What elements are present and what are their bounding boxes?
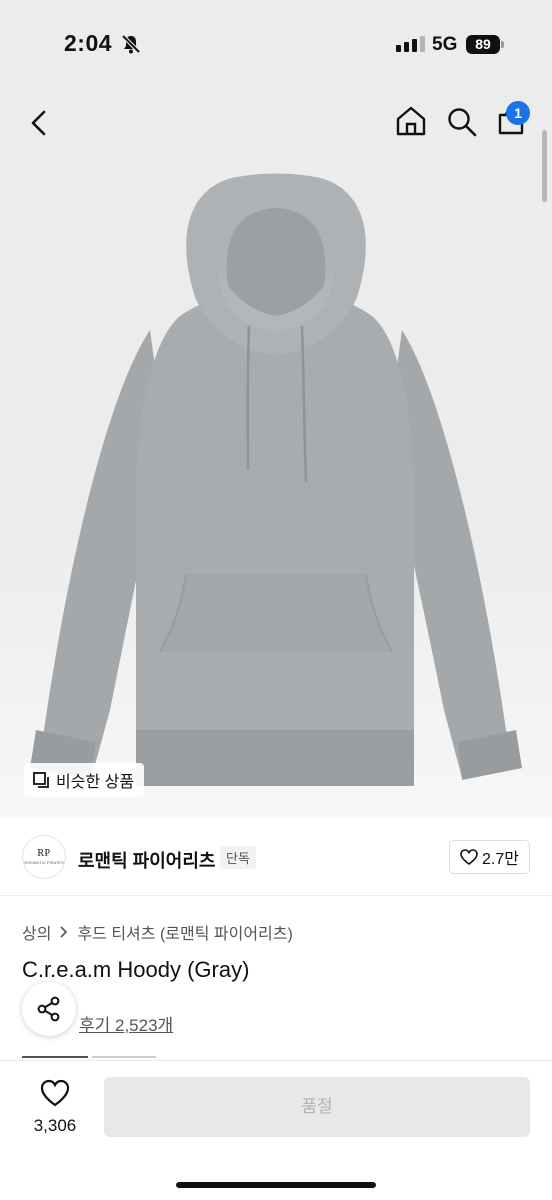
heart-icon xyxy=(40,1079,70,1107)
bell-muted-icon xyxy=(120,33,142,60)
brand-logo-text: RP xyxy=(37,848,51,859)
product-image[interactable]: 1 비슷한 상품 xyxy=(0,90,552,818)
similar-label: 비슷한 상품 xyxy=(56,774,135,791)
brand-name[interactable]: 로맨틱 파이어리츠 xyxy=(78,847,215,873)
exclusive-badge: 단독 xyxy=(220,846,256,869)
breadcrumb-category[interactable]: 상의 xyxy=(22,920,51,944)
home-button[interactable] xyxy=(394,104,428,143)
reviews-link[interactable]: 후기 2,523개 xyxy=(79,1011,173,1036)
hoodie-image xyxy=(30,173,522,786)
chevron-right-icon xyxy=(60,926,68,938)
network-type: 5G xyxy=(432,34,458,55)
status-time: 2:04 xyxy=(64,30,113,56)
heart-icon xyxy=(460,849,478,865)
product-title: C.r.e.a.m Hoody (Gray) xyxy=(22,957,250,982)
breadcrumb-subcategory[interactable]: 후드 티셔츠 (로맨틱 파이어리츠) xyxy=(77,920,292,944)
cart-count-badge: 1 xyxy=(506,101,530,125)
home-icon xyxy=(396,106,426,136)
wishlist-count: 3,306 xyxy=(33,1116,77,1135)
breadcrumb: 상의 후드 티셔츠 (로맨틱 파이어리츠) xyxy=(22,920,293,944)
brand-logo-subtext: ROMANTIC PIRATES xyxy=(24,860,64,865)
battery-icon: 89 xyxy=(466,35,500,54)
bottom-bar: 3,306 품절 xyxy=(0,1060,552,1200)
status-bar: 2:04 5G 89 xyxy=(0,0,552,90)
brand-like-count: 2.7만 xyxy=(482,851,519,868)
share-button[interactable] xyxy=(22,982,76,1036)
back-button[interactable] xyxy=(26,108,52,143)
similar-icon xyxy=(33,772,49,788)
product-page: 2:04 5G 89 1 비슷한 상품 RP ROMANTIC PIRATES … xyxy=(0,0,552,1200)
wishlist-button[interactable]: 3,306 xyxy=(26,1079,84,1136)
brand-logo[interactable]: RP ROMANTIC PIRATES xyxy=(22,835,66,879)
home-indicator xyxy=(176,1182,376,1188)
search-button[interactable] xyxy=(446,106,478,143)
brand-like-button[interactable]: 2.7만 xyxy=(449,840,530,874)
similar-products-button[interactable]: 비슷한 상품 xyxy=(24,763,145,797)
scrollbar[interactable] xyxy=(542,130,547,202)
sold-out-button[interactable]: 품절 xyxy=(104,1077,530,1137)
signal-icon xyxy=(396,36,425,52)
search-icon xyxy=(448,108,477,137)
share-icon xyxy=(37,996,60,1022)
brand-row: RP ROMANTIC PIRATES 로맨틱 파이어리츠 단독 2.7만 xyxy=(0,818,552,896)
